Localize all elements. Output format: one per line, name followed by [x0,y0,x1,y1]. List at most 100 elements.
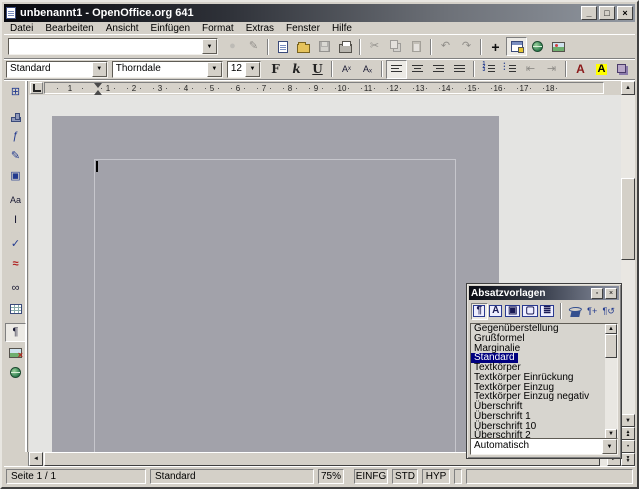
status-selection-mode[interactable]: STD [392,469,418,484]
scroll-up-icon[interactable]: ▲ [621,81,635,95]
font-name-value[interactable]: Thorndale [113,62,207,77]
close-button[interactable]: × [617,6,633,20]
tab-stop-selector[interactable] [30,82,43,94]
frame-styles-button[interactable]: ▣ [504,303,521,320]
numbering-styles-button[interactable]: ≣ [539,303,556,320]
hyperlink-dialog-button[interactable] [527,37,548,56]
italic-button[interactable]: k [286,60,307,79]
menu-datei[interactable]: Datei [4,22,39,34]
online-layout-button[interactable] [5,363,26,382]
spellcheck-button[interactable]: ✓ [5,235,26,254]
list-scroll-thumb[interactable] [605,334,617,358]
style-list-scrollbar[interactable]: ▲ ▼ [605,324,617,439]
update-style-button[interactable]: ¶↺ [600,303,617,320]
edit-file-button[interactable]: ✎ [243,37,264,56]
document-page[interactable] [52,116,499,452]
status-insert-mode[interactable]: EINFG [354,469,388,484]
redo-button[interactable]: ↷ [456,37,477,56]
increase-indent-button[interactable]: ⇥ [541,60,562,79]
draw-functions-button[interactable]: ✎ [5,147,26,166]
gallery-button[interactable] [548,37,569,56]
url-combo[interactable]: ▼ [8,38,218,55]
copy-button[interactable] [385,37,406,56]
form-functions-button[interactable]: ▣ [5,167,26,186]
new-document-button[interactable] [272,37,293,56]
size-combo-arrow-icon[interactable]: ▼ [245,62,260,77]
menu-bearbeiten[interactable]: Bearbeiten [39,22,99,34]
align-justified-button[interactable] [449,60,470,79]
stylist-titlebar[interactable]: Absatzvorlagen ▫ × [469,286,619,300]
undo-button[interactable]: ↶ [435,37,456,56]
maximize-button[interactable]: □ [599,6,615,20]
vertical-scrollbar[interactable]: ▲ ▼ ▲▲ • ▼▼ [621,81,635,466]
save-document-button[interactable] [314,37,335,56]
open-document-button[interactable] [293,37,314,56]
paste-button[interactable] [406,37,427,56]
stylist-button[interactable] [506,37,527,56]
new-style-from-selection-button[interactable]: ¶+ [584,303,601,320]
url-combo-arrow-icon[interactable]: ▼ [202,39,217,54]
navigator-button[interactable]: + [485,37,506,56]
paragraph-style-value[interactable]: Standard [7,62,92,77]
character-styles-button[interactable]: A [488,303,505,320]
scroll-down-icon[interactable]: ▼ [621,414,635,427]
stop-loading-button[interactable]: ● [222,37,243,56]
bullet-list-button[interactable] [499,60,520,79]
menu-ansicht[interactable]: Ansicht [100,22,145,34]
text-boundary[interactable] [94,159,456,452]
page-styles-button[interactable]: ▢ [521,303,538,320]
url-field[interactable] [9,39,202,54]
nonprinting-characters-button[interactable]: ¶ [5,323,26,342]
highlighting-button[interactable]: A [591,60,612,79]
status-page[interactable]: Seite 1 / 1 [6,469,146,484]
bold-button[interactable]: F [265,60,286,79]
font-size-combo[interactable]: 12 ▼ [227,61,261,78]
paragraph-background-button[interactable] [612,60,633,79]
data-sources-button[interactable] [5,299,26,318]
menu-format[interactable]: Format [196,22,240,34]
previous-page-button[interactable]: ▲▲ [621,427,635,440]
edit-autotext-button[interactable]: Aa [5,191,26,210]
subscript-button[interactable]: Aₓ [357,60,378,79]
direct-cursor-button[interactable]: I [5,211,26,230]
insert-button[interactable] [5,107,26,126]
stylist-window[interactable]: Absatzvorlagen ▫ × ¶A▣▢≣ ¶+¶↺ Gegenüberst… [466,283,622,459]
style-list[interactable]: GegenüberstellungGrußformelMarginalieSta… [470,323,618,440]
next-page-button[interactable]: ▼▼ [621,453,635,466]
superscript-button[interactable]: Aˣ [336,60,357,79]
underline-button[interactable]: U [307,60,328,79]
menu-fenster[interactable]: Fenster [280,22,326,34]
fill-format-mode-button[interactable] [567,303,584,320]
graphics-on-off-button[interactable] [5,343,26,362]
cut-button[interactable]: ✂ [364,37,385,56]
menu-einfgen[interactable]: Einfügen [145,22,196,34]
style-combo-arrow-icon[interactable]: ▼ [92,62,107,77]
minimize-button[interactable]: _ [581,6,597,20]
scroll-left-icon[interactable]: ◄ [29,452,43,466]
align-right-button[interactable] [428,60,449,79]
vertical-scroll-thumb[interactable] [621,178,635,260]
print-document-button[interactable] [335,37,356,56]
stylist-close-button[interactable]: × [605,288,617,299]
filter-combo-arrow-icon[interactable]: ▼ [602,439,617,454]
list-scroll-up-icon[interactable]: ▲ [605,324,617,334]
decrease-indent-button[interactable]: ⇤ [520,60,541,79]
numbered-list-button[interactable] [478,60,499,79]
find-replace-button[interactable]: ∞ [5,279,26,298]
style-filter-value[interactable]: Automatisch [471,439,602,454]
insert-fields-button[interactable]: ƒ [5,127,26,146]
horizontal-ruler[interactable]: 1123456789101112131415161718 [44,82,604,94]
navigation-button[interactable]: • [621,440,635,453]
stylist-rollup-button[interactable]: ▫ [591,288,603,299]
insert-table-button[interactable]: ⊞ [5,83,26,102]
font-name-combo[interactable]: Thorndale ▼ [112,61,223,78]
menu-hilfe[interactable]: Hilfe [326,22,358,34]
status-style[interactable]: Standard [150,469,314,484]
titlebar[interactable]: unbenannt1 - OpenOffice.org 641 _ □ × [4,4,635,22]
paragraph-style-combo[interactable]: Standard ▼ [6,61,108,78]
style-filter-combo[interactable]: Automatisch ▼ [470,438,618,455]
status-zoom[interactable]: 75% [318,469,344,484]
font-combo-arrow-icon[interactable]: ▼ [207,62,222,77]
paragraph-styles-button[interactable]: ¶ [471,303,488,320]
indent-marker[interactable] [94,83,102,94]
